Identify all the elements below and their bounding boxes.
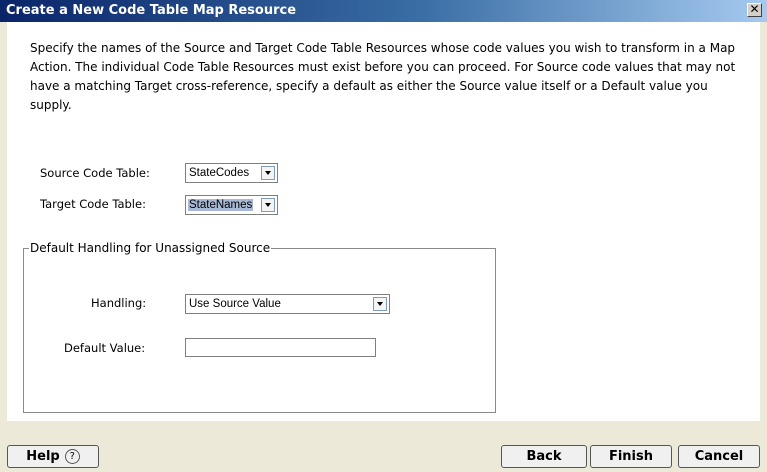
source-code-table-dropdown[interactable]: StateCodes (185, 163, 278, 183)
chevron-down-icon[interactable] (261, 166, 275, 180)
default-handling-group (23, 248, 496, 413)
close-icon: ✕ (749, 2, 760, 16)
back-button[interactable]: Back (501, 445, 587, 468)
title-bar: Create a New Code Table Map Resource ✕ (0, 0, 767, 22)
instructions-text: Specify the names of the Source and Targ… (30, 41, 736, 112)
help-button-label: Help (26, 449, 60, 464)
target-code-table-dropdown[interactable]: StateNames (185, 195, 278, 215)
target-code-table-value: StateNames (188, 199, 254, 211)
help-icon: ? (64, 449, 80, 464)
default-handling-legend: Default Handling for Unassigned Source (29, 241, 272, 255)
help-button[interactable]: Help ? (7, 445, 99, 468)
handling-dropdown[interactable]: Use Source Value (185, 294, 390, 314)
cancel-button-label: Cancel (694, 449, 744, 464)
cancel-button[interactable]: Cancel (678, 445, 760, 468)
chevron-down-icon[interactable] (261, 198, 275, 212)
default-value-input[interactable] (185, 338, 376, 357)
target-code-table-label: Target Code Table: (40, 197, 146, 211)
chevron-down-icon[interactable] (373, 297, 387, 311)
finish-button[interactable]: Finish (590, 445, 672, 468)
back-button-label: Back (526, 449, 562, 464)
default-value-label: Default Value: (64, 341, 146, 355)
source-code-table-label: Source Code Table: (40, 166, 150, 180)
source-code-table-value: StateCodes (189, 167, 250, 179)
finish-button-label: Finish (608, 449, 654, 464)
handling-value: Use Source Value (189, 298, 281, 310)
close-button[interactable]: ✕ (747, 3, 762, 17)
handling-label: Handling: (91, 296, 147, 310)
window-title: Create a New Code Table Map Resource (6, 3, 297, 18)
